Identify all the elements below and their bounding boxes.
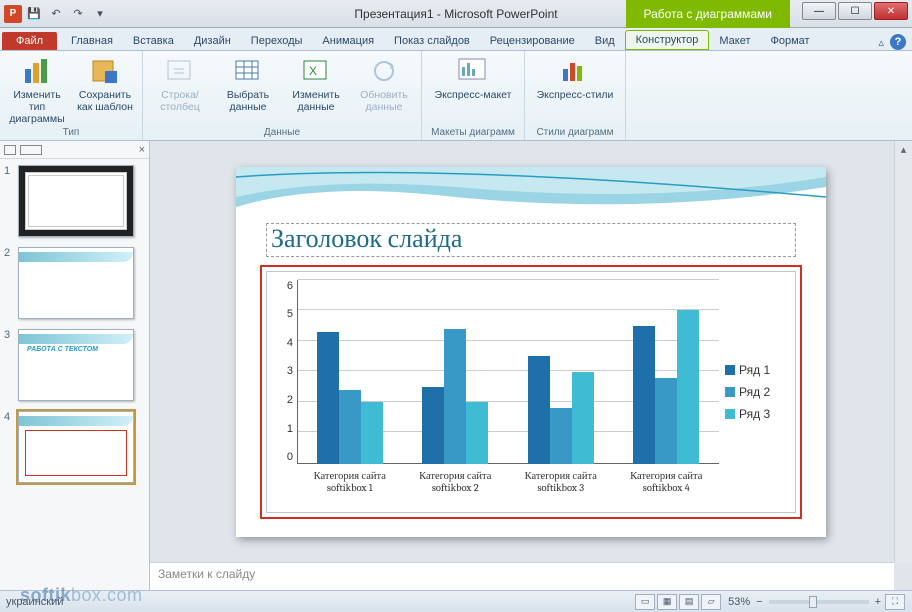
legend-item: Ряд 3 [725, 407, 795, 421]
thumbnails-header: × [0, 141, 149, 159]
view-reading-button[interactable]: ▤ [679, 594, 699, 610]
zoom-in-button[interactable]: + [875, 596, 881, 608]
excel-icon: X [300, 55, 332, 87]
view-slideshow-button[interactable]: ▱ [701, 594, 721, 610]
maximize-button[interactable]: ☐ [838, 2, 872, 20]
slide-thumbnail-1[interactable] [18, 165, 134, 237]
workspace: × 1 2 3 РАБОТА С ТЕКСТОМ 4 [0, 141, 912, 590]
thumb-row[interactable]: 4 [0, 405, 149, 487]
ribbon-group-chart-layouts: Экспресс-макет Макеты диаграмм [422, 51, 525, 140]
status-language[interactable]: украинский [6, 596, 63, 608]
tab-transitions[interactable]: Переходы [241, 32, 313, 50]
save-icon[interactable]: 💾 [24, 4, 44, 24]
chart-legend[interactable]: Ряд 1 Ряд 2 Ряд 3 [725, 272, 795, 512]
template-save-icon [89, 55, 121, 87]
legend-item: Ряд 2 [725, 385, 795, 399]
tab-chart-design[interactable]: Конструктор [625, 30, 710, 50]
thumb-row[interactable]: 1 [0, 159, 149, 241]
zoom-out-button[interactable]: − [756, 596, 762, 608]
notes-pane[interactable]: Заметки к слайду [150, 562, 894, 590]
view-sorter-button[interactable]: ▦ [657, 594, 677, 610]
chart-tools-contextual-tab: Работа с диаграммами [626, 0, 791, 28]
zoom-percent[interactable]: 53% [728, 596, 750, 608]
grid-icon [232, 55, 264, 87]
change-chart-type-button[interactable]: Изменить тип диаграммы [6, 55, 68, 125]
slide-thumbnail-4[interactable] [18, 411, 134, 483]
tab-insert[interactable]: Вставка [123, 32, 184, 50]
quick-access-toolbar: P 💾 ↶ ↷ ▾ [0, 4, 110, 24]
undo-icon[interactable]: ↶ [46, 4, 66, 24]
bar-chart-icon [21, 55, 53, 87]
slide-thumbnail-2[interactable] [18, 247, 134, 319]
powerpoint-icon: P [4, 5, 22, 23]
minimize-button[interactable]: — [802, 2, 836, 20]
tab-file[interactable]: Файл [2, 32, 57, 50]
chart-bars [297, 280, 719, 464]
ribbon-tabs: Файл Главная Вставка Дизайн Переходы Ани… [0, 28, 912, 51]
ribbon: Изменить тип диаграммы Сохранить как шаб… [0, 51, 912, 141]
slide-title-placeholder[interactable]: Заголовок слайда [266, 223, 796, 257]
legend-item: Ряд 1 [725, 363, 795, 377]
fit-to-window-button[interactable]: ⛶ [885, 594, 905, 610]
chart-selection-outline: 0123456 Категория сайта softikbox 1Катег… [260, 265, 802, 519]
select-data-button[interactable]: Выбрать данные [217, 55, 279, 113]
tab-chart-layout[interactable]: Макет [709, 32, 760, 50]
slides-tab-icon[interactable] [20, 145, 42, 155]
switch-row-column-button[interactable]: Строка/столбец [149, 55, 211, 113]
vertical-scrollbar[interactable]: ▴ [894, 141, 912, 562]
tab-view[interactable]: Вид [585, 32, 625, 50]
close-pane-icon[interactable]: × [139, 144, 145, 156]
tab-home[interactable]: Главная [61, 32, 123, 50]
redo-icon[interactable]: ↷ [68, 4, 88, 24]
quick-layout-button[interactable]: Экспресс-макет [428, 55, 518, 101]
outline-tab-icon[interactable] [4, 145, 16, 155]
svg-text:X: X [309, 64, 317, 78]
close-button[interactable]: ✕ [874, 2, 908, 20]
switch-icon [164, 55, 196, 87]
title-bar: P 💾 ↶ ↷ ▾ Презентация1 - Microsoft Power… [0, 0, 912, 28]
refresh-icon [368, 55, 400, 87]
styles-icon [559, 55, 591, 87]
zoom-slider[interactable] [769, 600, 869, 604]
view-normal-button[interactable]: ▭ [635, 594, 655, 610]
slide-background-swoosh [236, 167, 826, 219]
quick-styles-button[interactable]: Экспресс-стили [531, 55, 619, 101]
help-icon[interactable]: ? [890, 34, 906, 50]
thumb-row[interactable]: 3 РАБОТА С ТЕКСТОМ [0, 323, 149, 405]
edit-data-button[interactable]: X Изменить данные [285, 55, 347, 113]
chart-object[interactable]: 0123456 Категория сайта softikbox 1Катег… [266, 271, 796, 513]
ribbon-group-data: Строка/столбец Выбрать данные X Изменить… [143, 51, 422, 140]
chart-y-axis: 0123456 [273, 280, 293, 464]
thumb-row[interactable]: 2 [0, 241, 149, 323]
layout-gallery-icon [457, 55, 489, 87]
tab-design[interactable]: Дизайн [184, 32, 241, 50]
tab-review[interactable]: Рецензирование [480, 32, 585, 50]
ribbon-minimize-icon[interactable]: ▵ [878, 36, 884, 49]
tab-slideshow[interactable]: Показ слайдов [384, 32, 480, 50]
save-as-template-button[interactable]: Сохранить как шаблон [74, 55, 136, 113]
qat-more-icon[interactable]: ▾ [90, 4, 110, 24]
tab-animation[interactable]: Анимация [312, 32, 384, 50]
slide-canvas-area: Заголовок слайда 0123456 Категория сайта… [150, 141, 912, 590]
chart-x-axis-labels: Категория сайта softikbox 1Категория сай… [297, 468, 719, 510]
chart-plot-area[interactable]: 0123456 Категория сайта softikbox 1Катег… [267, 272, 725, 512]
refresh-data-button[interactable]: Обновить данные [353, 55, 415, 113]
ribbon-group-chart-styles: Экспресс-стили Стили диаграмм [525, 51, 626, 140]
tab-chart-format[interactable]: Формат [761, 32, 820, 50]
status-bar: украинский ▭ ▦ ▤ ▱ 53% − + ⛶ [0, 590, 912, 612]
slide-thumbnail-3[interactable]: РАБОТА С ТЕКСТОМ [18, 329, 134, 401]
ribbon-group-type: Изменить тип диаграммы Сохранить как шаб… [0, 51, 143, 140]
scroll-up-icon[interactable]: ▴ [895, 141, 912, 157]
slide-thumbnails-pane: × 1 2 3 РАБОТА С ТЕКСТОМ 4 [0, 141, 150, 590]
slide[interactable]: Заголовок слайда 0123456 Категория сайта… [236, 167, 826, 537]
